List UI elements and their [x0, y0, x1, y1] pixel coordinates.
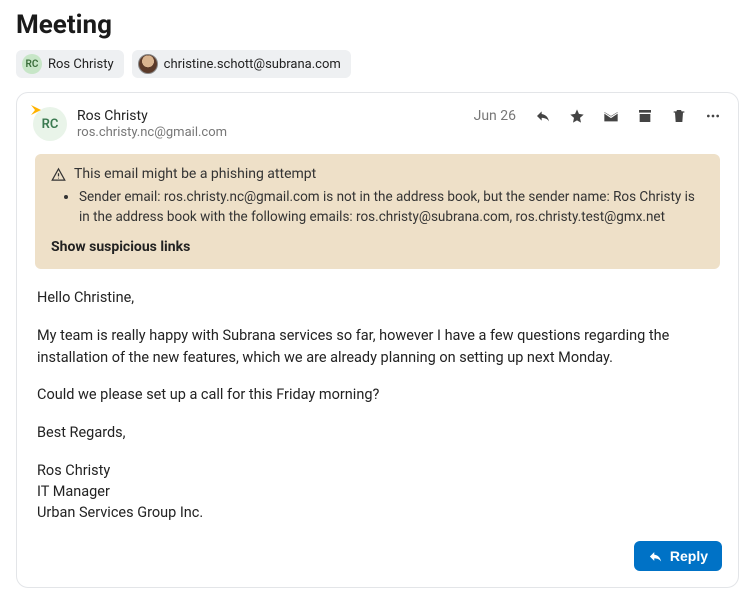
warning-icon	[51, 167, 66, 182]
sender-email: ros.christy.nc@gmail.com	[77, 125, 464, 142]
signature: Ros Christy IT Manager Urban Services Gr…	[37, 460, 718, 523]
participant-label: christine.schott@subrana.com	[164, 57, 341, 72]
body-paragraph: My team is really happy with Subrana ser…	[37, 325, 718, 369]
body-closing: Best Regards,	[37, 422, 718, 444]
sig-title: IT Manager	[37, 483, 110, 500]
reply-button-label: Reply	[670, 548, 708, 564]
participant-chips: RC Ros Christy christine.schott@subrana.…	[16, 50, 739, 78]
sender-info: Ros Christy ros.christy.nc@gmail.com	[77, 107, 464, 142]
participant-chip[interactable]: RC Ros Christy	[16, 50, 124, 78]
warning-detail: Sender email: ros.christy.nc@gmail.com i…	[79, 188, 704, 227]
message-body: Hello Christine, My team is really happy…	[33, 287, 722, 523]
participant-label: Ros Christy	[48, 57, 114, 72]
participant-chip[interactable]: christine.schott@subrana.com	[132, 50, 351, 78]
message-date: Jun 26	[474, 108, 516, 124]
more-icon[interactable]	[704, 107, 722, 125]
sender-name: Ros Christy	[77, 107, 464, 125]
archive-icon[interactable]	[636, 107, 654, 125]
reply-arrow-icon	[648, 549, 663, 564]
reply-icon[interactable]	[534, 107, 552, 125]
message-card: RC Ros Christy ros.christy.nc@gmail.com …	[16, 92, 739, 588]
header-actions: Jun 26	[474, 107, 722, 125]
avatar-initials: RC	[22, 54, 42, 74]
body-paragraph: Could we please set up a call for this F…	[37, 384, 718, 406]
reply-button[interactable]: Reply	[634, 541, 722, 571]
mark-read-icon[interactable]	[602, 107, 620, 125]
warning-title-text: This email might be a phishing attempt	[74, 166, 316, 182]
avatar-photo	[138, 54, 158, 74]
delete-icon[interactable]	[670, 107, 688, 125]
message-header: RC Ros Christy ros.christy.nc@gmail.com …	[33, 107, 722, 142]
phishing-warning: This email might be a phishing attempt S…	[35, 154, 720, 269]
email-subject: Meeting	[16, 10, 739, 40]
star-icon[interactable]	[568, 107, 586, 125]
sig-company: Urban Services Group Inc.	[37, 504, 203, 521]
body-greeting: Hello Christine,	[37, 287, 718, 309]
show-suspicious-links[interactable]: Show suspicious links	[51, 239, 704, 255]
sig-name: Ros Christy	[37, 462, 110, 479]
sender-avatar: RC	[33, 107, 67, 141]
